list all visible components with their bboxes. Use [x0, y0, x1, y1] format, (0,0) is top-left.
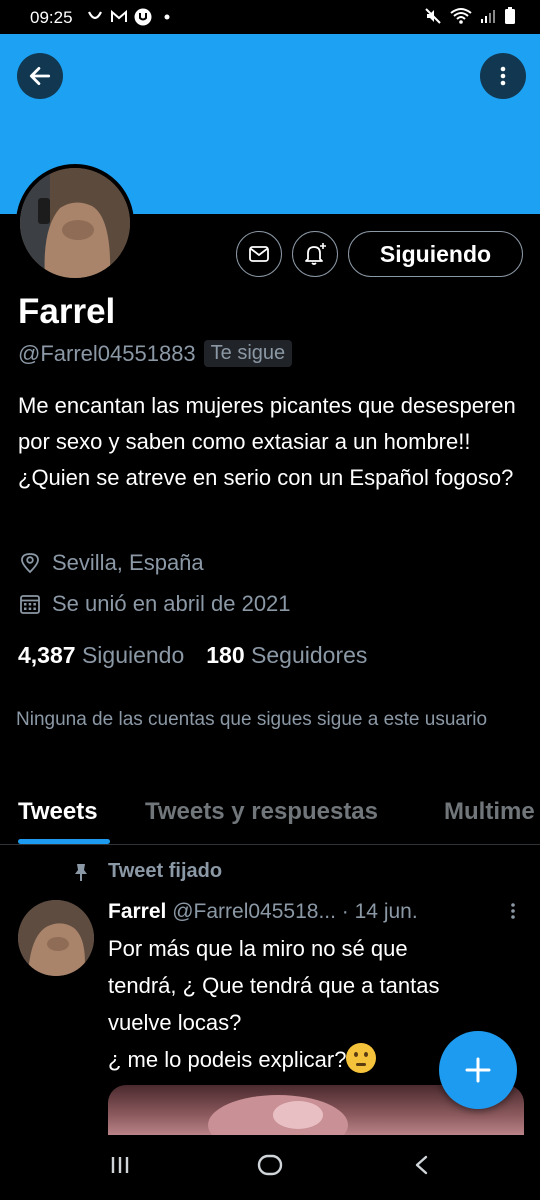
more-options-button[interactable] — [480, 53, 526, 99]
tweet-avatar-photo — [18, 900, 94, 976]
profile-joined-date: Se unió en abril de 2021 — [52, 591, 291, 616]
mutual-followers-note: Ninguna de las cuentas que sigues sigue … — [16, 709, 488, 730]
thinking-face-emoji-icon — [346, 1043, 377, 1073]
android-nav-bar — [0, 1135, 540, 1200]
following-button[interactable]: Siguiendo — [348, 231, 523, 277]
dot-icon — [164, 14, 170, 20]
followers-label: Seguidores — [251, 642, 368, 668]
active-tab-indicator — [18, 839, 110, 844]
followers-count: 180 — [206, 642, 245, 668]
following-label: Siguiendo — [81, 642, 185, 668]
recent-apps-button[interactable] — [108, 1153, 132, 1182]
joined-row: Se unió en abril de 2021 — [18, 591, 291, 617]
system-back-button[interactable] — [410, 1153, 434, 1182]
recent-apps-icon — [111, 1157, 129, 1173]
tab-media[interactable]: Multime — [444, 798, 535, 826]
profile-avatar[interactable] — [16, 164, 134, 282]
app-notification-icon — [88, 11, 102, 20]
tweet-author-name[interactable]: Farrel — [108, 900, 166, 923]
plus-icon — [465, 1057, 491, 1083]
pinned-label-text: Tweet fijado — [108, 860, 223, 882]
profile-handle: @Farrel04551883 — [18, 340, 196, 366]
tweet-date: · 14 jun. — [341, 900, 418, 923]
location-row: Sevilla, España — [18, 550, 204, 576]
message-button[interactable] — [236, 231, 282, 277]
arrow-left-icon — [29, 67, 51, 85]
status-time: 09:25 — [30, 8, 73, 27]
tweet-menu-button[interactable] — [508, 900, 518, 927]
profile-tabs: Tweets Tweets y respuestas Multime — [0, 790, 540, 845]
followers-stat[interactable]: 180 Seguidores — [206, 642, 367, 669]
follows-you-badge: Te sigue — [203, 340, 293, 367]
home-button[interactable] — [256, 1153, 284, 1182]
home-icon — [257, 1154, 283, 1176]
tweet-header: Farrel @Farrel045518... · 14 jun. — [108, 900, 523, 924]
calendar-icon — [20, 595, 40, 614]
profile-name: Farrel — [18, 292, 116, 331]
mail-icon — [249, 246, 269, 262]
gmail-icon — [111, 9, 127, 22]
profile-bio: Me encantan las mujeres picantes que des… — [18, 393, 516, 490]
tweet-text-line: ¿ me lo podeis explicar? — [108, 1047, 347, 1072]
following-stat[interactable]: 4,387 Siguiendo — [18, 642, 184, 669]
tweet-author-handle: @Farrel045518... — [172, 900, 336, 923]
tweet-text-line: Por más que la miro no sé que — [108, 936, 408, 961]
compose-tweet-button[interactable] — [439, 1031, 517, 1109]
chevron-left-icon — [415, 1155, 428, 1175]
app-u-icon — [134, 8, 152, 26]
follow-stats: 4,387 Siguiendo 180 Seguidores — [18, 642, 367, 669]
battery-icon — [505, 7, 515, 24]
tweet-text-line: tendrá, ¿ Que tendrá que a tantas — [108, 973, 440, 998]
mute-icon — [425, 8, 441, 24]
tweet-author-avatar[interactable] — [18, 900, 94, 976]
status-notification-icons — [86, 8, 176, 26]
back-button[interactable] — [17, 53, 63, 99]
pinned-tweet-label: Tweet fijado — [72, 860, 222, 883]
bell-plus-icon — [305, 243, 326, 265]
wifi-icon — [450, 8, 472, 24]
tab-tweets-and-replies[interactable]: Tweets y respuestas — [145, 798, 378, 826]
avatar-photo — [20, 168, 130, 278]
tab-tweets[interactable]: Tweets — [18, 798, 98, 826]
notifications-button[interactable] — [292, 231, 338, 277]
status-bar: 09:25 — [0, 0, 540, 34]
signal-icon — [481, 10, 495, 23]
following-count: 4,387 — [18, 642, 76, 668]
pin-icon — [75, 863, 87, 881]
status-system-icons — [424, 7, 516, 25]
location-pin-icon — [21, 553, 39, 574]
handle-row: @Farrel04551883 Te sigue — [18, 340, 293, 367]
more-vertical-icon — [511, 903, 515, 919]
profile-location: Sevilla, España — [52, 550, 204, 575]
more-vertical-icon — [500, 66, 506, 86]
